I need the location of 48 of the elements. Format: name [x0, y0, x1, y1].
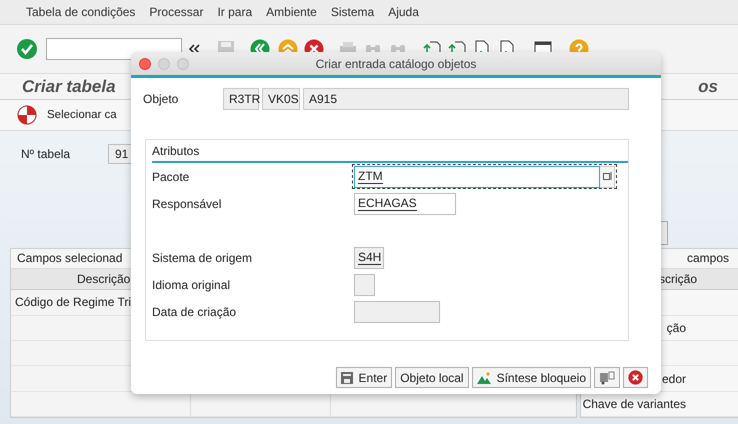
select-button[interactable]: Selecionar ca [47, 109, 117, 121]
check-icon[interactable] [16, 38, 38, 60]
input-field[interactable] [354, 274, 375, 296]
cancel-icon [628, 370, 643, 385]
lock-overview-button[interactable]: Síntese bloqueio [472, 367, 591, 388]
field-label: Sistema de origem [152, 250, 254, 264]
table-cell: Chave de variantes [582, 396, 686, 411]
table-row[interactable]: Chave de variantes [581, 392, 738, 418]
field-label: Data de criação [152, 304, 238, 318]
zoom-dot-icon[interactable] [177, 58, 189, 70]
target-icon [17, 105, 37, 125]
page-title: os [698, 76, 718, 96]
menu-item[interactable]: Tabela de condições [26, 5, 136, 19]
mountain-icon [476, 372, 491, 384]
menu-item[interactable]: Ambiente [266, 5, 317, 19]
menu-item[interactable]: Processar [149, 5, 204, 19]
cancel-button[interactable] [623, 367, 648, 388]
object-field: VK0S [262, 88, 300, 110]
field-label: Responsável [152, 196, 222, 210]
truck-icon [599, 370, 615, 384]
close-dot-icon[interactable] [139, 58, 151, 70]
input-field[interactable]: S4H [354, 246, 384, 268]
save-icon [340, 372, 353, 384]
menu-item[interactable]: Ajuda [388, 5, 419, 19]
menu-item[interactable]: Sistema [330, 5, 374, 19]
group-title: Atributos [152, 144, 200, 158]
table-cell: edor [662, 372, 686, 386]
input-field[interactable] [354, 300, 440, 322]
field-label: Idioma original [152, 278, 232, 292]
table-cell: ção [666, 320, 686, 335]
minimize-dot-icon[interactable] [158, 58, 170, 70]
local-object-button[interactable]: Objeto local [395, 367, 469, 388]
page-title: Criar tabela [22, 76, 116, 96]
field-label: Pacote [152, 170, 190, 184]
table-row[interactable] [11, 392, 576, 418]
dialog-title: Criar entrada catálogo objetos [316, 56, 476, 70]
field-label: Objeto [143, 92, 180, 106]
enter-button[interactable]: Enter [336, 367, 392, 388]
square-icon [602, 172, 612, 181]
object-field: R3TR [223, 88, 259, 110]
input-field[interactable]: ZTM [354, 166, 600, 188]
input-field[interactable]: ECHAGAS [354, 192, 456, 214]
transport-button[interactable] [594, 367, 620, 388]
menu-item[interactable]: Ir para [217, 5, 252, 19]
field-label: Nº tabela [21, 147, 72, 161]
table-cell-text: Código de Regime Tri [14, 295, 132, 310]
object-field: A915 [303, 88, 629, 110]
value-help-button[interactable] [600, 166, 615, 188]
